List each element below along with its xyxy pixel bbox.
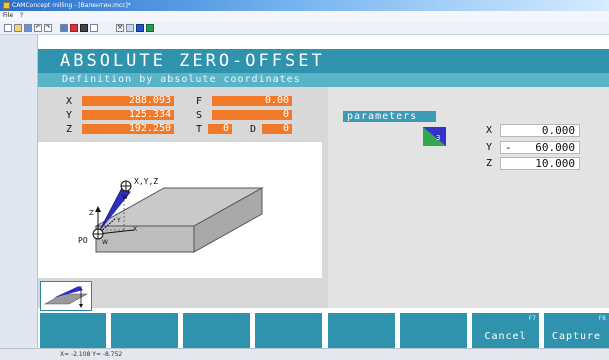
grid-icon[interactable] <box>146 24 154 32</box>
position-display: X 288.093 Y 125.334 Z 192.250 F 0.00 S 0… <box>52 94 324 138</box>
window-titlebar[interactable]: CAMConcept milling - [Валентин.mcc]* <box>0 0 609 11</box>
spindle-label: S <box>196 110 203 121</box>
page-subtitle: Definition by absolute coordinates <box>62 74 301 85</box>
feed-label: F <box>196 96 203 107</box>
parameters-tab[interactable]: parameters <box>343 111 436 122</box>
graphic-label-w-bottom: W <box>102 239 108 246</box>
measure-icon[interactable] <box>126 24 134 32</box>
softkey-bar: F7 Cancel F8 Capture <box>38 311 609 348</box>
status-bar: X= -2.108 Y= -8.752 <box>0 348 609 360</box>
softkey-1[interactable] <box>40 313 106 348</box>
page-title: ABSOLUTE ZERO-OFFSET <box>60 51 325 71</box>
softkey-3[interactable] <box>183 313 250 348</box>
softkey-4[interactable] <box>255 313 322 348</box>
cursor-coordinates: X= -2.108 Y= -8.752 <box>60 351 123 358</box>
parameter-fields: X 0.000 Y - 60.000 Z 10.000 <box>480 124 600 176</box>
offset-value: 0 <box>262 124 292 134</box>
param-y-sign: - <box>505 141 512 154</box>
graphic-label-po: PO <box>78 236 88 245</box>
softkey-2[interactable] <box>111 313 178 348</box>
param-z-label: Z <box>486 158 493 169</box>
parameter-icon-badge: 3 <box>436 134 440 142</box>
cancel-fkey: F7 <box>528 315 536 322</box>
param-x-value: 0.000 <box>541 124 575 137</box>
stop-icon[interactable] <box>80 24 88 32</box>
zero-offset-graphic: X,Y,Z W PO W Z Y X <box>38 142 322 278</box>
graphic-label-w-top: W <box>122 194 128 201</box>
graphic-label-xyz: X,Y,Z <box>134 177 158 186</box>
app-icon <box>3 2 10 9</box>
param-x-label: X <box>486 125 493 136</box>
tool-value: 0 <box>208 124 232 134</box>
toolbar: ↶ ↷ ⚒ <box>0 21 609 35</box>
param-z-field[interactable]: 10.000 <box>500 157 580 170</box>
capture-label: Capture <box>551 331 602 342</box>
zero-offset-mode-button[interactable] <box>40 281 92 311</box>
machine-icon[interactable]: ⚒ <box>116 24 124 32</box>
x-position-label: X <box>66 96 73 107</box>
y-position-value: 125.334 <box>82 110 174 120</box>
softkey-5[interactable] <box>328 313 395 348</box>
save-icon[interactable] <box>24 24 32 32</box>
graphic-label-y: Y <box>116 217 121 224</box>
parameters-tab-label: parameters <box>347 111 418 122</box>
z-position-label: Z <box>66 124 73 135</box>
z-position-value: 192.250 <box>82 124 174 134</box>
left-gutter <box>0 35 38 348</box>
param-y-label: Y <box>486 142 493 153</box>
workpiece-illustration: X,Y,Z W PO W Z Y X <box>78 177 264 253</box>
capture-fkey: F8 <box>598 315 606 322</box>
blue-square-icon[interactable] <box>136 24 144 32</box>
new-file-icon[interactable] <box>4 24 12 32</box>
feed-value: 0.00 <box>212 96 292 106</box>
window-title: CAMConcept milling - [Валентин.mcc]* <box>12 2 131 9</box>
tool-label: T <box>196 124 203 135</box>
offset-label: D <box>250 124 257 135</box>
menu-file[interactable]: File <box>3 11 13 21</box>
menu-bar: File ? <box>0 11 609 21</box>
param-y-value: 60.000 <box>535 141 575 154</box>
param-y-field[interactable]: - 60.000 <box>500 141 580 154</box>
cancel-label: Cancel <box>484 331 527 342</box>
x-position-value: 288.093 <box>82 96 174 106</box>
y-position-label: Y <box>66 110 73 121</box>
param-z-value: 10.000 <box>535 157 575 170</box>
param-x-field[interactable]: 0.000 <box>500 124 580 137</box>
undo-icon[interactable]: ↶ <box>34 24 42 32</box>
softkey-6[interactable] <box>400 313 467 348</box>
tool-icon[interactable] <box>60 24 68 32</box>
open-file-icon[interactable] <box>14 24 22 32</box>
parameter-triangle-icon: 3 <box>423 127 446 146</box>
screen-header: ABSOLUTE ZERO-OFFSET <box>38 49 609 73</box>
screen-subheader: Definition by absolute coordinates <box>38 73 609 87</box>
cancel-button[interactable]: F7 Cancel <box>472 313 539 348</box>
capture-button[interactable]: F8 Capture <box>544 313 609 348</box>
graphic-label-x: X <box>133 226 137 233</box>
plane-offset-icon <box>43 286 89 308</box>
redo-icon[interactable]: ↷ <box>44 24 52 32</box>
menu-help[interactable]: ? <box>20 11 23 21</box>
window-icon[interactable] <box>90 24 98 32</box>
graphic-label-z: Z <box>89 209 94 217</box>
record-icon[interactable] <box>70 24 78 32</box>
parameter-mode-icon[interactable]: 3 <box>423 127 446 146</box>
spindle-value: 0 <box>212 110 292 120</box>
